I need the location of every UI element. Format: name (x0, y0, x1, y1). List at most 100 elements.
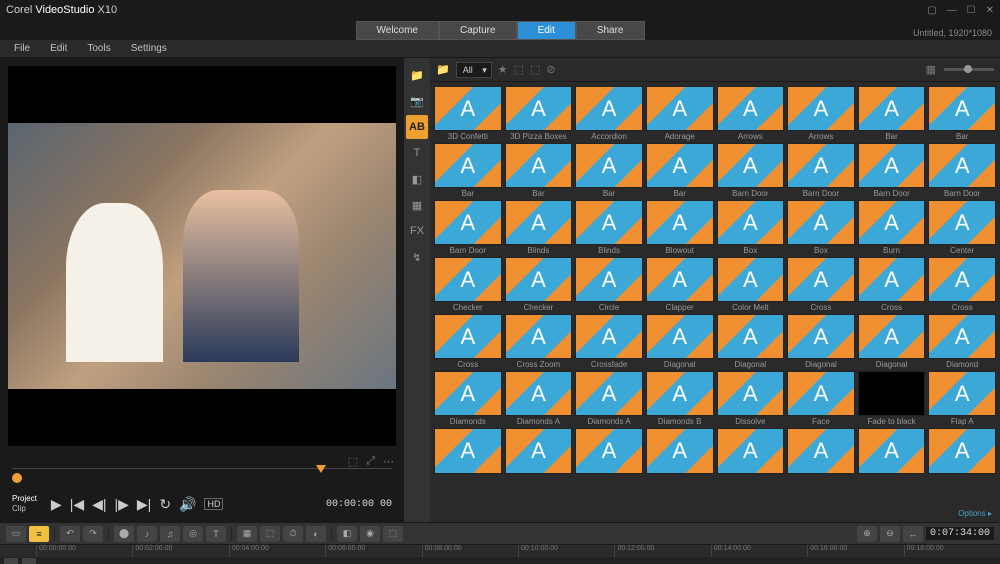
transition-item[interactable]: Cross (434, 314, 502, 369)
transition-item[interactable]: 3D Pizza Boxes (505, 86, 573, 141)
transition-item[interactable] (787, 428, 855, 474)
options-link[interactable]: Options ▸ (958, 509, 992, 518)
disc-button[interactable]: ◉ (360, 526, 380, 542)
zoom-slider[interactable] (944, 68, 994, 71)
loop-button[interactable]: ↻ (159, 496, 171, 513)
redo-button[interactable]: ↷ (83, 526, 103, 542)
scrubber-playhead[interactable] (316, 465, 326, 473)
transition-item[interactable]: Barn Door (787, 143, 855, 198)
time-remap-button[interactable]: ⏱ (283, 526, 303, 542)
transition-item[interactable]: Cross Zoom (505, 314, 573, 369)
tab-share[interactable]: Share (576, 21, 645, 40)
fit-button[interactable]: ↔ (903, 526, 923, 542)
apply-random-icon[interactable]: ⬚ (514, 63, 524, 76)
zoom-out-button[interactable]: ⊖ (880, 526, 900, 542)
menu-settings[interactable]: Settings (121, 41, 177, 56)
favorite-icon[interactable]: ★ (498, 63, 508, 76)
end-button[interactable]: ▶| (137, 496, 151, 513)
transition-item[interactable] (575, 428, 643, 474)
pan-zoom-button[interactable]: ⬚ (260, 526, 280, 542)
auto-music-button[interactable]: ♫ (160, 526, 180, 542)
transition-item[interactable]: Diagonal (858, 314, 926, 369)
transition-item[interactable]: Blinds (505, 200, 573, 255)
hd-badge[interactable]: HD (204, 498, 223, 510)
transition-item[interactable]: Diamond (928, 314, 996, 369)
preview-video[interactable] (8, 66, 396, 446)
transition-item[interactable]: Bar (858, 86, 926, 141)
playback-mode[interactable]: ProjectClip (12, 494, 37, 514)
mask-button[interactable]: ◐ (306, 526, 326, 542)
category-filter[interactable]: All (456, 62, 492, 78)
3d-button[interactable]: ◧ (337, 526, 357, 542)
undo-button[interactable]: ↶ (60, 526, 80, 542)
add-folder-icon[interactable]: 📁 (436, 63, 450, 76)
scrubber[interactable] (12, 468, 392, 486)
record-button[interactable]: ⬤ (114, 526, 134, 542)
transition-item[interactable]: Arrows (787, 86, 855, 141)
title-tab-icon[interactable]: T (406, 141, 428, 165)
transition-item[interactable]: Clapper (646, 257, 714, 312)
transition-item[interactable]: Fade to black (858, 371, 926, 426)
tab-capture[interactable]: Capture (439, 21, 517, 40)
transition-item[interactable]: Barn Door (717, 143, 785, 198)
filter-tab-icon[interactable]: ▦ (406, 193, 428, 217)
transition-item[interactable]: Diamonds B (646, 371, 714, 426)
transition-item[interactable]: Blinds (575, 200, 643, 255)
tab-edit[interactable]: Edit (517, 21, 576, 40)
transition-item[interactable]: Bar (646, 143, 714, 198)
remove-icon[interactable]: ⊘ (546, 63, 555, 76)
scrubber-start[interactable] (12, 473, 22, 483)
multicam-button[interactable]: ▦ (237, 526, 257, 542)
expand-icon[interactable]: ⤢ (366, 455, 375, 468)
timeline-view-button[interactable]: ≡ (29, 526, 49, 542)
transition-item[interactable]: Bar (505, 143, 573, 198)
transition-item[interactable]: Cross (787, 257, 855, 312)
zoom-in-button[interactable]: ⊕ (857, 526, 877, 542)
transition-item[interactable]: Barn Door (858, 143, 926, 198)
transition-item[interactable]: Barn Door (928, 143, 996, 198)
menu-edit[interactable]: Edit (40, 41, 77, 56)
minimize-button[interactable]: — (947, 5, 957, 16)
graphic-tab-icon[interactable]: ◧ (406, 167, 428, 191)
maximize-button[interactable]: ☐ (967, 5, 976, 16)
prev-frame-button[interactable]: ◀| (92, 496, 106, 513)
transition-item[interactable]: Diamonds (434, 371, 502, 426)
next-frame-button[interactable]: |▶ (115, 496, 129, 513)
transition-item[interactable]: Bar (434, 143, 502, 198)
transition-item[interactable] (434, 428, 502, 474)
batch-button[interactable]: ⬚ (383, 526, 403, 542)
transition-item[interactable]: Diamonds A (575, 371, 643, 426)
transition-item[interactable]: Color Melt (717, 257, 785, 312)
transition-item[interactable]: Arrows (717, 86, 785, 141)
more-icon[interactable]: ⋯ (383, 455, 394, 468)
transition-item[interactable] (928, 428, 996, 474)
transition-item[interactable]: Flap A (928, 371, 996, 426)
transition-item[interactable]: Checker (434, 257, 502, 312)
mixer-button[interactable]: ♪ (137, 526, 157, 542)
transition-tab-icon[interactable]: AB (406, 115, 428, 139)
transition-item[interactable]: Box (787, 200, 855, 255)
transition-item[interactable]: Center (928, 200, 996, 255)
transition-item[interactable]: Diagonal (787, 314, 855, 369)
transition-item[interactable] (858, 428, 926, 474)
transition-item[interactable]: Cross (928, 257, 996, 312)
transition-item[interactable]: Bar (928, 86, 996, 141)
transition-item[interactable] (505, 428, 573, 474)
timeline-ruler[interactable]: 00:00:00.0000:02:00.0000:04:00.0000:06:0… (0, 545, 1000, 557)
instant-tab-icon[interactable]: 📷 (406, 89, 428, 113)
transition-item[interactable]: Diagonal (646, 314, 714, 369)
home-button[interactable]: |◀ (70, 496, 84, 513)
transition-item[interactable] (646, 428, 714, 474)
volume-button[interactable]: 🔊 (179, 496, 196, 513)
transition-item[interactable]: Adorage (646, 86, 714, 141)
menu-file[interactable]: File (4, 41, 40, 56)
storyboard-view-button[interactable]: ▭ (6, 526, 26, 542)
transition-item[interactable]: Blowout (646, 200, 714, 255)
transition-item[interactable]: Burn (858, 200, 926, 255)
transition-item[interactable]: Bar (575, 143, 643, 198)
transition-item[interactable]: Crossfade (575, 314, 643, 369)
transition-item[interactable]: Diamonds A (505, 371, 573, 426)
transition-item[interactable]: Cross (858, 257, 926, 312)
menu-tools[interactable]: Tools (77, 41, 120, 56)
transition-item[interactable]: 3D Confetti (434, 86, 502, 141)
